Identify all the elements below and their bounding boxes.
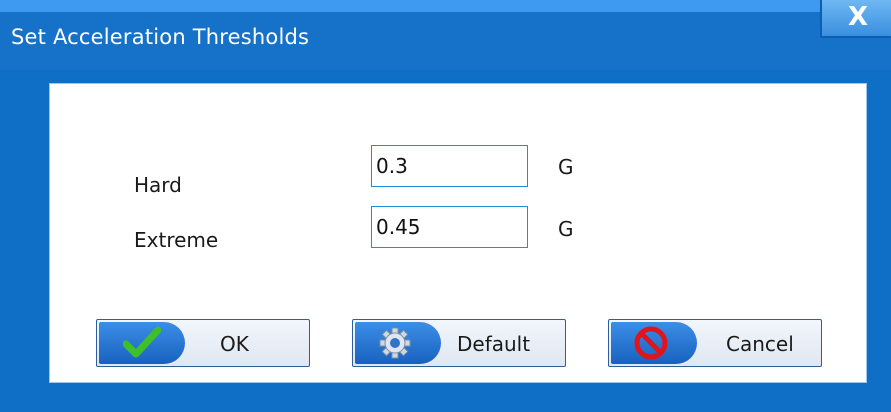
extreme-unit: G — [558, 217, 574, 241]
extreme-threshold-input[interactable] — [371, 206, 528, 248]
ok-button-label: OK — [220, 332, 249, 356]
cancel-button-label: Cancel — [726, 332, 794, 356]
ok-icon-panel — [99, 322, 185, 364]
checkmark-icon — [123, 326, 161, 358]
default-icon-panel — [355, 322, 441, 364]
title-bar[interactable]: Set Acceleration Thresholds X — [0, 0, 891, 70]
cancel-button[interactable]: Cancel — [608, 319, 822, 367]
dialog-window: Set Acceleration Thresholds X Hard G Ext… — [0, 0, 891, 412]
close-button[interactable]: X — [820, 0, 891, 38]
hard-threshold-input[interactable] — [371, 145, 528, 187]
default-button-label: Default — [457, 332, 531, 356]
ok-button[interactable]: OK — [96, 319, 310, 367]
hard-label: Hard — [134, 173, 182, 197]
title-bar-highlight — [0, 0, 835, 12]
close-icon: X — [848, 2, 869, 32]
dialog-content: Hard G Extreme G OK — [49, 83, 867, 383]
extreme-label: Extreme — [134, 228, 219, 252]
hard-unit: G — [558, 155, 574, 179]
gear-icon — [379, 327, 411, 359]
cancel-icon-panel — [611, 322, 697, 364]
default-button[interactable]: Default — [352, 319, 566, 367]
no-entry-icon — [634, 326, 668, 360]
window-title: Set Acceleration Thresholds — [11, 25, 310, 49]
